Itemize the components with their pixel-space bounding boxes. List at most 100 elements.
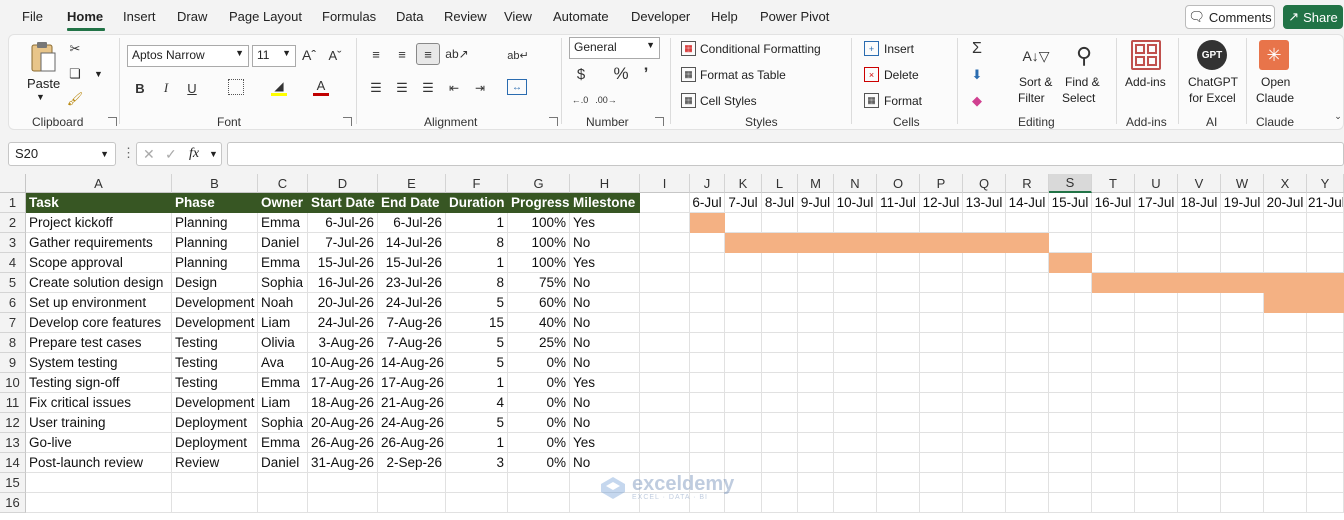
cell-l12[interactable]	[762, 413, 798, 433]
cell-w13[interactable]	[1221, 433, 1264, 453]
cell-n5[interactable]	[834, 273, 877, 293]
cell-a9[interactable]: System testing	[26, 353, 172, 373]
cell-a1[interactable]: Task	[26, 193, 172, 213]
row-header-16[interactable]: 16	[0, 493, 26, 513]
cell-l2[interactable]	[762, 213, 798, 233]
column-header-t[interactable]: T	[1092, 174, 1135, 193]
column-header-c[interactable]: C	[258, 174, 308, 193]
cell-g9[interactable]: 0%	[508, 353, 570, 373]
cell-c4[interactable]: Emma	[258, 253, 308, 273]
worksheet-grid[interactable]: ABCDEFGHIJKLMNOPQRSTUVWXY 1 2 3 4 5 6 7 8 9 10 11 1…	[0, 174, 1344, 520]
cell-h10[interactable]: Yes	[570, 373, 640, 393]
cell-y4[interactable]	[1307, 253, 1344, 273]
cell-s14[interactable]	[1049, 453, 1092, 473]
column-header-b[interactable]: B	[172, 174, 258, 193]
cell-k14[interactable]	[725, 453, 762, 473]
cell-i5[interactable]	[640, 273, 690, 293]
cell-e14[interactable]: 2-Sep-26	[378, 453, 446, 473]
cell-x4[interactable]	[1264, 253, 1307, 273]
column-header-e[interactable]: E	[378, 174, 446, 193]
cell-r10[interactable]	[1006, 373, 1049, 393]
cell-v4[interactable]	[1178, 253, 1221, 273]
collapse-ribbon-icon[interactable]: ⌄	[1333, 110, 1343, 122]
increase-decimal-icon[interactable]: ←.0	[571, 91, 589, 109]
column-header-n[interactable]: N	[834, 174, 877, 193]
cell-b14[interactable]: Review	[172, 453, 258, 473]
column-header-f[interactable]: F	[446, 174, 508, 193]
cell-q7[interactable]	[963, 313, 1006, 333]
cell-c15[interactable]	[258, 473, 308, 493]
cell-x8[interactable]	[1264, 333, 1307, 353]
font-size-select[interactable]: 11 ▼	[252, 45, 296, 67]
cell-u13[interactable]	[1135, 433, 1178, 453]
cell-e16[interactable]	[378, 493, 446, 513]
cell-f10[interactable]: 1	[446, 373, 508, 393]
cell-j1[interactable]: 6-Jul	[690, 193, 725, 213]
cell-a13[interactable]: Go-live	[26, 433, 172, 453]
cell-a6[interactable]: Set up environment	[26, 293, 172, 313]
cell-k7[interactable]	[725, 313, 762, 333]
sort-filter-icon[interactable]: A↓▽	[1020, 40, 1052, 72]
format-as-table-button[interactable]: Format as Table	[700, 68, 786, 82]
cell-q6[interactable]	[963, 293, 1006, 313]
cell-l5[interactable]	[762, 273, 798, 293]
cell-u9[interactable]	[1135, 353, 1178, 373]
cell-l15[interactable]	[762, 473, 798, 493]
cell-c7[interactable]: Liam	[258, 313, 308, 333]
cell-e11[interactable]: 21-Aug-26	[378, 393, 446, 413]
cell-p6[interactable]	[920, 293, 963, 313]
cell-i4[interactable]	[640, 253, 690, 273]
cell-n8[interactable]	[834, 333, 877, 353]
cell-d2[interactable]: 6-Jul-26	[308, 213, 378, 233]
claude-logo-icon[interactable]: ✳	[1259, 40, 1289, 70]
cell-s3[interactable]	[1049, 233, 1092, 253]
cell-s13[interactable]	[1049, 433, 1092, 453]
cell-b11[interactable]: Development	[172, 393, 258, 413]
row-header-8[interactable]: 8	[0, 333, 26, 353]
cell-i8[interactable]	[640, 333, 690, 353]
cell-i2[interactable]	[640, 213, 690, 233]
cell-d5[interactable]: 16-Jul-26	[308, 273, 378, 293]
cell-v15[interactable]	[1178, 473, 1221, 493]
cell-f12[interactable]: 5	[446, 413, 508, 433]
cell-n6[interactable]	[834, 293, 877, 313]
tab-file[interactable]: File	[22, 9, 43, 24]
cell-b1[interactable]: Phase	[172, 193, 258, 213]
cell-m2[interactable]	[798, 213, 834, 233]
cell-y3[interactable]	[1307, 233, 1344, 253]
row-header-15[interactable]: 15	[0, 473, 26, 493]
cell-l14[interactable]	[762, 453, 798, 473]
paste-label[interactable]: Paste	[27, 76, 60, 91]
cell-m11[interactable]	[798, 393, 834, 413]
decrease-decimal-icon[interactable]: .00→	[595, 91, 617, 109]
cell-s8[interactable]	[1049, 333, 1092, 353]
cell-v10[interactable]	[1178, 373, 1221, 393]
cell-k10[interactable]	[725, 373, 762, 393]
cell-s5[interactable]	[1049, 273, 1092, 293]
cell-b13[interactable]: Deployment	[172, 433, 258, 453]
row-header-4[interactable]: 4	[0, 253, 26, 273]
cell-w15[interactable]	[1221, 473, 1264, 493]
cell-a4[interactable]: Scope approval	[26, 253, 172, 273]
cell-x2[interactable]	[1264, 213, 1307, 233]
insert-button[interactable]: Insert	[884, 42, 914, 56]
cell-e6[interactable]: 24-Jul-26	[378, 293, 446, 313]
cell-h11[interactable]: No	[570, 393, 640, 413]
cell-m13[interactable]	[798, 433, 834, 453]
cell-r13[interactable]	[1006, 433, 1049, 453]
cell-c1[interactable]: Owner	[258, 193, 308, 213]
cell-i9[interactable]	[640, 353, 690, 373]
find-label-1[interactable]: Find &	[1065, 75, 1100, 89]
cell-n15[interactable]	[834, 473, 877, 493]
cell-j10[interactable]	[690, 373, 725, 393]
column-header-r[interactable]: R	[1006, 174, 1049, 193]
tab-insert[interactable]: Insert	[123, 9, 156, 24]
copy-icon[interactable]: ❏	[66, 65, 84, 83]
row-header-6[interactable]: 6	[0, 293, 26, 313]
cell-b6[interactable]: Development	[172, 293, 258, 313]
cell-e1[interactable]: End Date	[378, 193, 446, 213]
increase-indent-icon[interactable]: ⇥	[472, 80, 488, 96]
cell-d6[interactable]: 20-Jul-26	[308, 293, 378, 313]
cell-j6[interactable]	[690, 293, 725, 313]
cell-m10[interactable]	[798, 373, 834, 393]
